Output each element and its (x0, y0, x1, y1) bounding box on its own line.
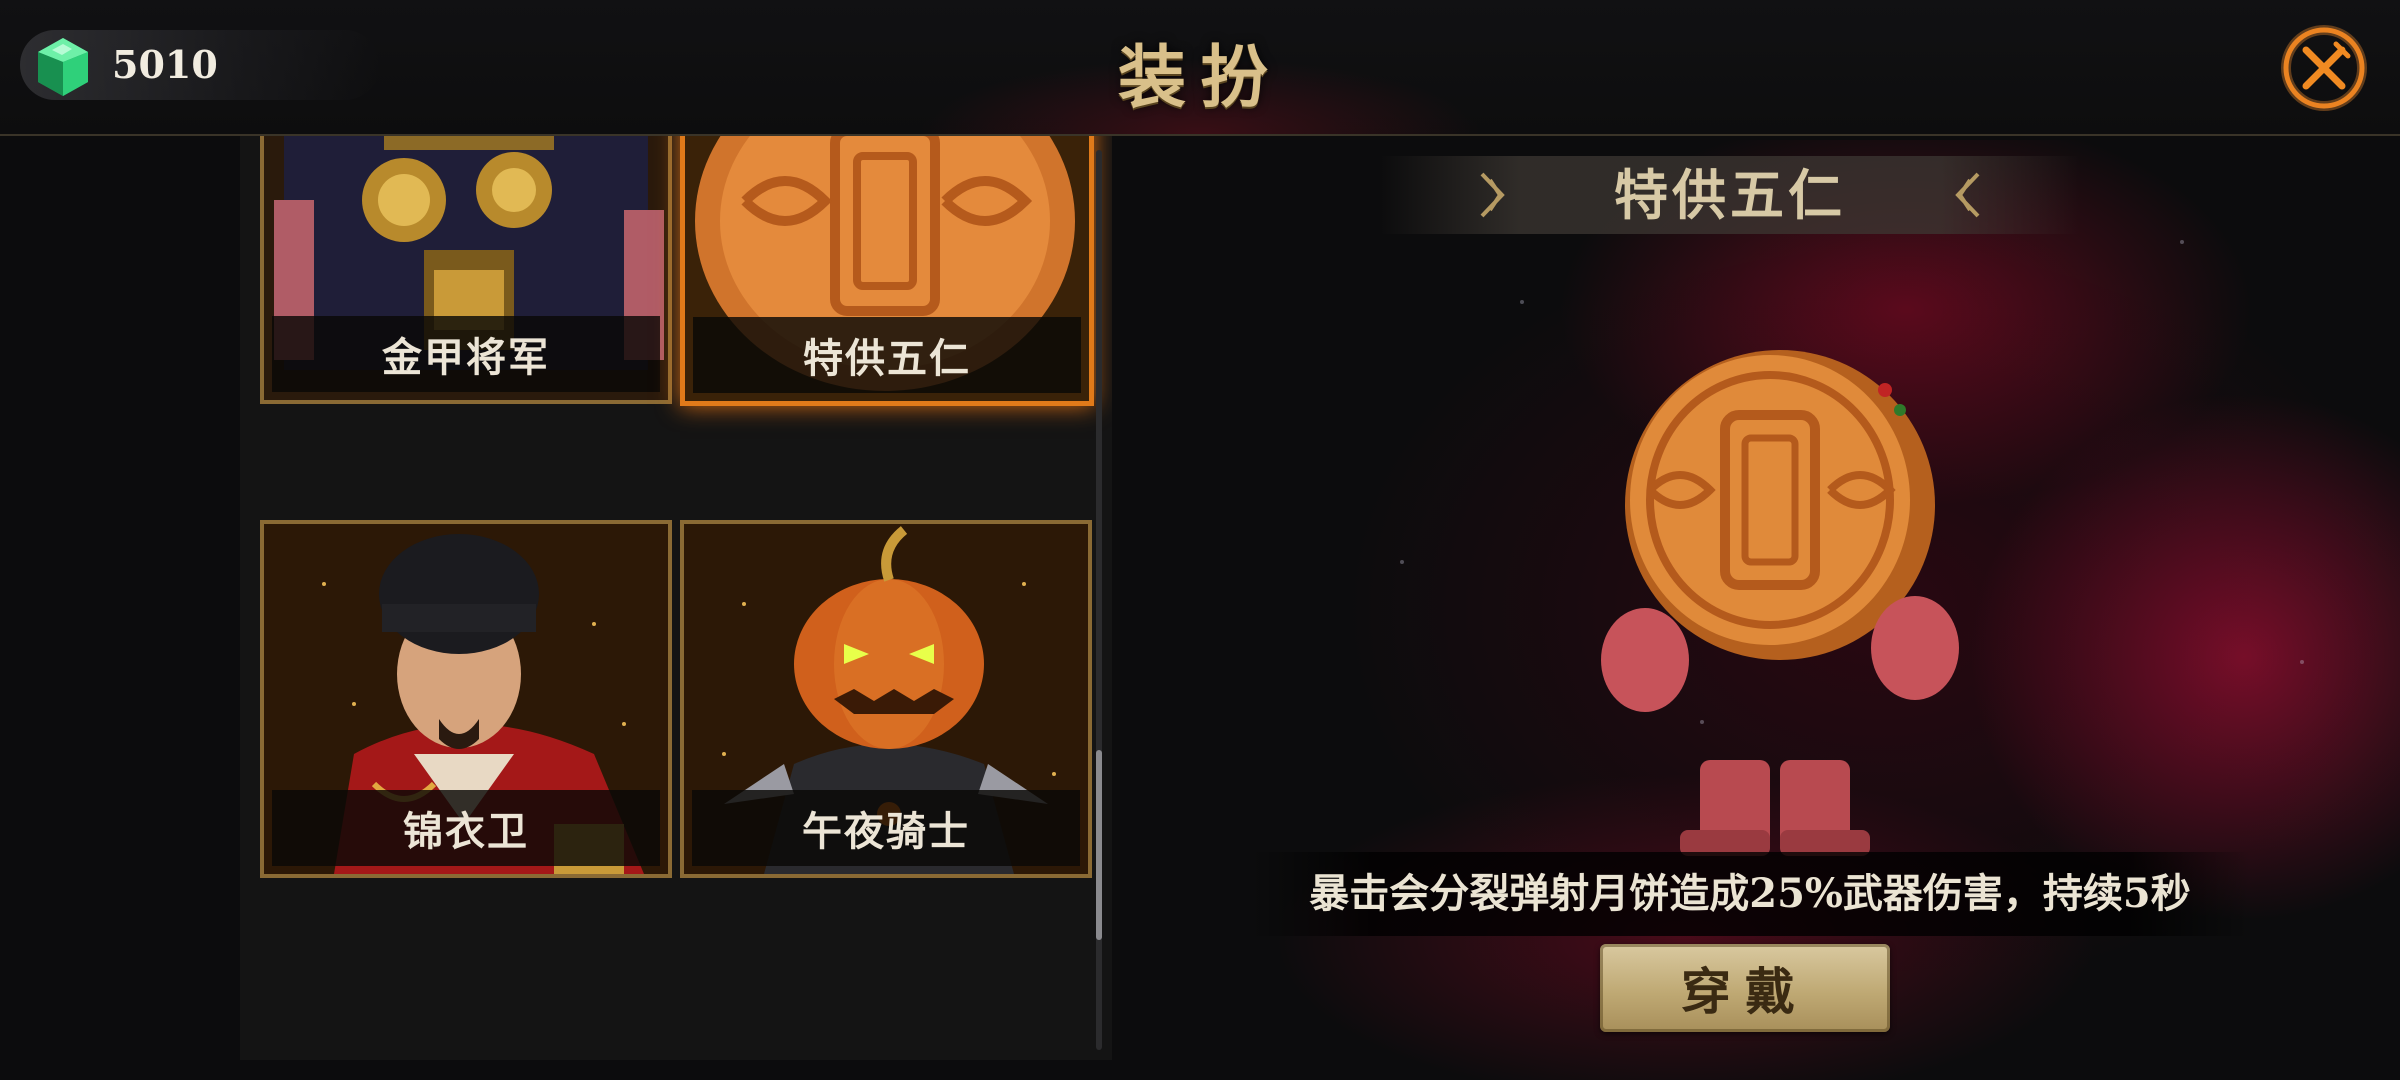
skin-card-midnight-knight[interactable]: 午夜骑士 (680, 520, 1092, 878)
scrollbar-thumb[interactable] (1096, 750, 1102, 940)
skin-name-label: 锦衣卫 (403, 808, 529, 855)
skin-name-label: 特供五仁 (803, 335, 971, 382)
skin-card-mooncake[interactable]: 特供五仁 (680, 136, 1094, 406)
skin-list-panel: 金甲将军 特供五仁 锦衣卫 午夜骑士 (240, 136, 1112, 1060)
equip-button[interactable]: 穿戴 (1600, 944, 1890, 1032)
skin-description: 暴击会分裂弹射月饼造成25%武器伤害，持续5秒 (1309, 870, 2191, 917)
mooncake-character-preview (1601, 350, 1959, 856)
list-scrollbar[interactable] (1096, 150, 1102, 1050)
close-x-icon[interactable] (2280, 24, 2368, 112)
equip-button-label: 穿戴 (1681, 962, 1809, 1021)
skin-name-label: 午夜骑士 (802, 808, 970, 855)
page-title: 装扮 (1117, 38, 1282, 118)
skin-card-golden-general[interactable]: 金甲将军 (260, 136, 672, 404)
skin-name-label: 金甲将军 (382, 334, 550, 381)
selected-skin-name: 特供五仁 (1614, 163, 1846, 227)
skin-card-jinyiwei[interactable]: 锦衣卫 (260, 520, 672, 878)
